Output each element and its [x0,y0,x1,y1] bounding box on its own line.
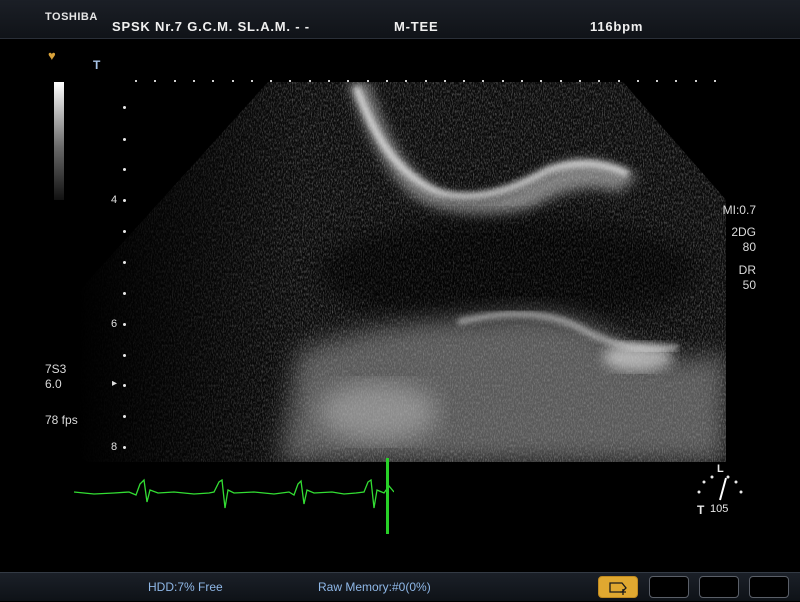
depth-tick [123,138,126,141]
dynamic-range-value: 50 [742,278,756,292]
brand-logo: TOSHIBA [45,11,98,23]
lateral-scale-dot [309,80,311,82]
depth-tick [123,354,126,357]
heart-rate: 116bpm [590,19,644,34]
lateral-scale-dot [386,80,388,82]
lateral-scale-dot [232,80,234,82]
depth-tick [123,199,126,202]
lateral-scale-dot [637,80,639,82]
lateral-scale-dot [463,80,465,82]
status-slot-button-1[interactable] [649,576,689,598]
depth-tick [123,261,126,264]
lateral-scale-dot [174,80,176,82]
transducer-model: 7S3 [45,362,67,376]
lateral-scale-dot [135,80,137,82]
raw-memory-status: Raw Memory:#0(0%) [318,580,431,594]
lateral-scale-dot [405,80,407,82]
institution-name: SPSK Nr.7 G.C.M. SL.A.M. - - [112,19,310,34]
heart-icon: ♥ [48,48,56,63]
probe-mode: M-TEE [394,19,439,34]
lateral-scale-dot [154,80,156,82]
lateral-scale-dot [714,80,716,82]
lateral-scale-dot [270,80,272,82]
depth-tick [123,106,126,109]
lateral-scale-dot [521,80,523,82]
lateral-scale-dot [656,80,658,82]
trackball-mode-button[interactable] [598,576,638,598]
grayscale-bar [54,82,64,200]
lateral-scale-dot [347,80,349,82]
frequency-value: 6.0 [45,377,62,391]
frame-rate: 78 fps [45,413,78,427]
lateral-scale-dot [251,80,253,82]
trackball-icon [609,582,627,595]
depth-label-6: 6 [111,318,118,330]
orientation-bottom-label: T [697,503,705,517]
orientation-top-label: L [717,463,724,475]
lateral-scale-dot [328,80,330,82]
echo-sector-svg [78,82,726,462]
ecg-trace [74,478,394,509]
depth-tick [123,384,126,387]
focus-marker-icon: ▸ [112,378,118,389]
lateral-scale-dot [482,80,484,82]
lateral-scale-dot [502,80,504,82]
depth-tick [123,415,126,418]
lateral-scale-dot [560,80,562,82]
lateral-scale-dot [444,80,446,82]
lateral-scale-dot [289,80,291,82]
lateral-scale-dot [579,80,581,82]
depth-tick [123,168,126,171]
lateral-scale-dot [425,80,427,82]
ultrasound-image[interactable] [78,82,726,462]
hdd-status: HDD:7% Free [148,580,223,594]
lateral-scale-dot [212,80,214,82]
lateral-scale-dot [695,80,697,82]
depth-tick [123,446,126,449]
depth-tick [123,292,126,295]
ecg-sweep-cursor [386,458,389,534]
t-marker-icon: T [93,58,101,72]
orientation-angle: 105 [710,503,729,515]
depth-tick [123,230,126,233]
gain-label: 2DG [731,225,756,239]
gain-value: 80 [742,240,756,254]
depth-tick [123,323,126,326]
status-slot-button-2[interactable] [699,576,739,598]
lateral-scale-dot [618,80,620,82]
status-slot-button-3[interactable] [749,576,789,598]
dynamic-range-label: DR [738,263,756,277]
lateral-scale-dot [598,80,600,82]
depth-label-8: 8 [111,441,118,453]
lateral-scale-dot [367,80,369,82]
mechanical-index: MI:0.7 [722,203,756,217]
lateral-scale-dot [193,80,195,82]
lateral-scale-dot [675,80,677,82]
lateral-scale-dot [540,80,542,82]
depth-label-4: 4 [111,194,118,206]
